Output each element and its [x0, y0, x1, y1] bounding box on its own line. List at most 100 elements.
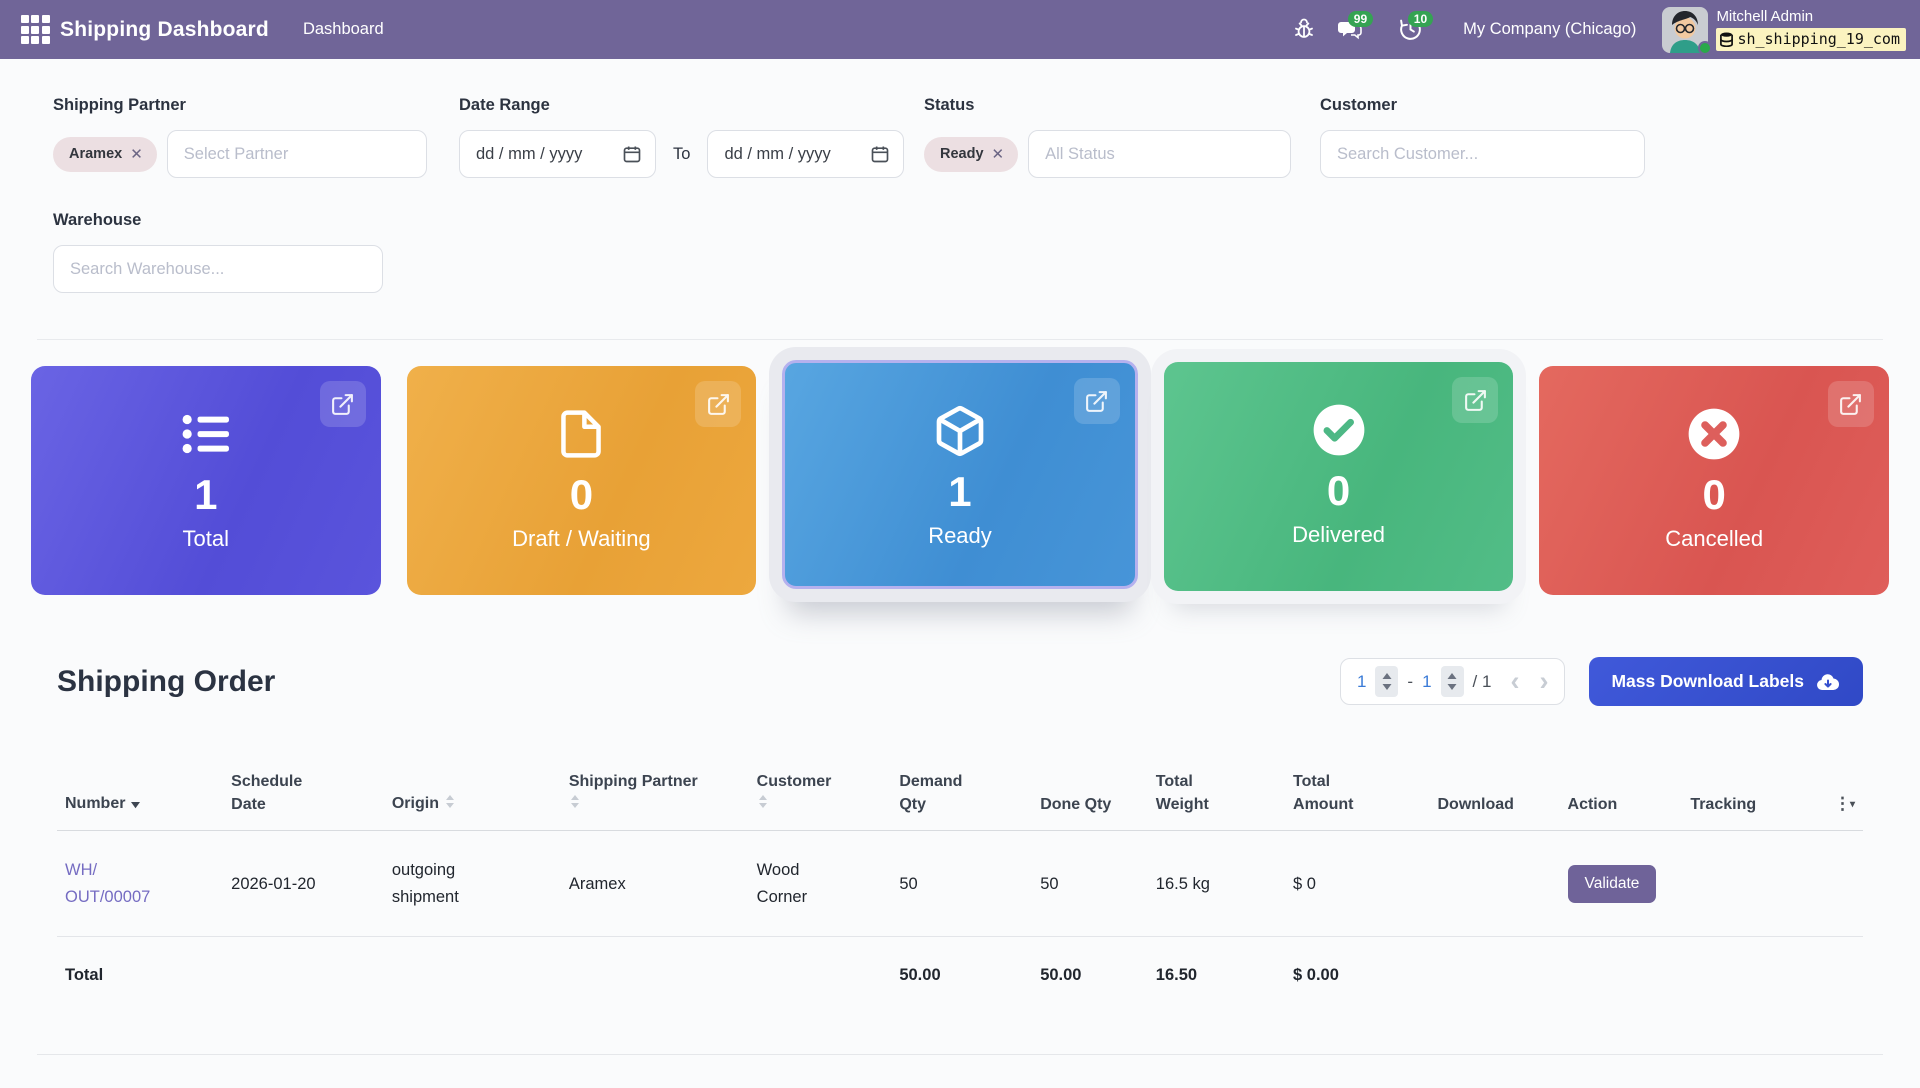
- pager-to-stepper[interactable]: [1441, 666, 1464, 697]
- col-origin[interactable]: Origin: [384, 740, 561, 831]
- card-count: 0: [1702, 472, 1725, 518]
- pager-from-value[interactable]: 1: [1357, 672, 1366, 692]
- database-name: sh_shipping_19_com: [1737, 31, 1900, 48]
- partner-input[interactable]: [167, 130, 427, 178]
- card-count: 1: [194, 472, 217, 518]
- optional-columns-toggle-icon[interactable]: ⋮▾: [1798, 740, 1863, 831]
- total-demand-qty: 50.00: [891, 937, 1032, 1014]
- partner-tag: Aramex ✕: [53, 137, 157, 172]
- card-cancelled[interactable]: 0 Cancelled: [1539, 366, 1889, 595]
- order-number-link[interactable]: WH/ OUT/00007: [65, 857, 150, 910]
- card-ready[interactable]: 1 Ready: [782, 360, 1138, 589]
- card-total[interactable]: 1 Total: [31, 366, 381, 595]
- pager-prev-icon[interactable]: ‹: [1510, 668, 1519, 695]
- total-weight: 16.50: [1148, 937, 1285, 1014]
- card-draft-waiting[interactable]: 0 Draft / Waiting: [407, 366, 757, 595]
- cell-origin: outgoing shipment: [384, 831, 561, 937]
- pager-from-stepper[interactable]: [1375, 666, 1398, 697]
- messages-badge: 99: [1348, 11, 1373, 27]
- col-tracking: Tracking: [1682, 740, 1798, 831]
- filter-status: Status Ready ✕: [924, 96, 1294, 178]
- filter-date-range: Date Range To: [459, 96, 899, 178]
- card-label: Ready: [928, 523, 992, 549]
- company-switcher[interactable]: My Company (Chicago): [1463, 20, 1636, 39]
- card-delivered[interactable]: 0 Delivered: [1164, 362, 1514, 591]
- warehouse-input[interactable]: [53, 245, 383, 293]
- pager-next-icon[interactable]: ›: [1539, 668, 1548, 695]
- filter-label: Date Range: [459, 96, 899, 115]
- col-number[interactable]: Number: [57, 740, 223, 831]
- cell-action: Validate: [1560, 831, 1683, 937]
- messages-icon[interactable]: 99: [1327, 10, 1373, 50]
- validate-button[interactable]: Validate: [1568, 865, 1657, 903]
- section-title: Shipping Order: [57, 665, 275, 699]
- col-total-amount: Total Amount: [1285, 740, 1429, 831]
- filters-panel: Shipping Partner Aramex ✕ Date Range: [0, 59, 1920, 293]
- status-input[interactable]: [1028, 130, 1291, 178]
- x-circle-icon: [1685, 402, 1743, 466]
- sort-icon: [444, 796, 456, 813]
- calendar-icon[interactable]: [870, 144, 890, 164]
- external-link-icon[interactable]: [320, 381, 366, 427]
- col-download: Download: [1429, 740, 1559, 831]
- col-demand-qty: Demand Qty: [891, 740, 1032, 831]
- cell-schedule-date: 2026-01-20: [223, 831, 384, 937]
- filter-label: Status: [924, 96, 1294, 115]
- col-shipping-partner[interactable]: Shipping Partner: [561, 740, 749, 831]
- status-tag-label: Ready: [940, 146, 984, 162]
- card-label: Delivered: [1292, 522, 1385, 548]
- cell-done-qty: 50: [1032, 831, 1148, 937]
- list-icon: [177, 402, 235, 466]
- apps-grid-icon[interactable]: [20, 15, 50, 45]
- col-schedule-date: Schedule Date: [223, 740, 384, 831]
- menu-dashboard[interactable]: Dashboard: [303, 20, 384, 39]
- external-link-icon[interactable]: [695, 381, 741, 427]
- table-row: WH/ OUT/00007 2026-01-20 outgoing shipme…: [57, 831, 1863, 937]
- card-label: Total: [183, 526, 229, 552]
- avatar[interactable]: [1662, 7, 1708, 53]
- status-tag: Ready ✕: [924, 137, 1018, 172]
- sort-icon: [757, 796, 769, 813]
- total-amount: $ 0.00: [1285, 937, 1429, 1014]
- external-link-icon[interactable]: [1074, 378, 1120, 424]
- database-chip: sh_shipping_19_com: [1716, 28, 1906, 51]
- calendar-icon[interactable]: [622, 144, 642, 164]
- col-action: Action: [1560, 740, 1683, 831]
- filter-customer: Customer: [1320, 96, 1650, 178]
- remove-partner-tag-icon[interactable]: ✕: [130, 145, 143, 163]
- card-label: Cancelled: [1665, 526, 1763, 552]
- bottom-divider: [37, 1054, 1883, 1055]
- total-done-qty: 50.00: [1032, 937, 1148, 1014]
- filter-label: Warehouse: [53, 211, 383, 230]
- shipping-order-section: Shipping Order 1 - 1 / 1 ‹ ›: [0, 657, 1920, 1014]
- mass-download-labels-button[interactable]: Mass Download Labels: [1589, 657, 1863, 706]
- customer-input[interactable]: [1320, 130, 1645, 178]
- topbar: Shipping Dashboard Dashboard 99 10 My Co…: [0, 0, 1920, 59]
- cell-demand-qty: 50: [891, 831, 1032, 937]
- pager: 1 - 1 / 1 ‹ ›: [1340, 658, 1566, 705]
- shipping-orders-table: Number Schedule Date Origin Shipping Par…: [57, 740, 1863, 1014]
- app-title: Shipping Dashboard: [60, 18, 269, 42]
- col-customer[interactable]: Customer: [749, 740, 892, 831]
- mass-download-label: Mass Download Labels: [1611, 671, 1804, 692]
- activities-badge: 10: [1408, 11, 1433, 27]
- remove-status-tag-icon[interactable]: ✕: [992, 145, 1005, 163]
- document-icon: [554, 402, 608, 466]
- filter-label: Shipping Partner: [53, 96, 433, 115]
- check-circle-icon: [1310, 398, 1368, 462]
- filter-shipping-partner: Shipping Partner Aramex ✕: [53, 96, 433, 178]
- activities-clock-icon[interactable]: 10: [1387, 10, 1433, 50]
- partner-tag-label: Aramex: [69, 146, 122, 162]
- sort-icon: [569, 796, 581, 813]
- pager-separator: -: [1407, 672, 1413, 692]
- table-total-row: Total 50.00 50.00 16.50 $ 0.00: [57, 937, 1863, 1014]
- user-block[interactable]: Mitchell Admin sh_shipping_19_com: [1716, 8, 1906, 51]
- cell-total-weight: 16.5 kg: [1148, 831, 1285, 937]
- online-status-dot: [1698, 41, 1712, 55]
- total-label: Total: [57, 937, 223, 1014]
- external-link-icon[interactable]: [1452, 377, 1498, 423]
- pager-to-value[interactable]: 1: [1422, 672, 1431, 692]
- database-icon: [1720, 32, 1733, 47]
- debug-bug-icon[interactable]: [1281, 10, 1327, 50]
- external-link-icon[interactable]: [1828, 381, 1874, 427]
